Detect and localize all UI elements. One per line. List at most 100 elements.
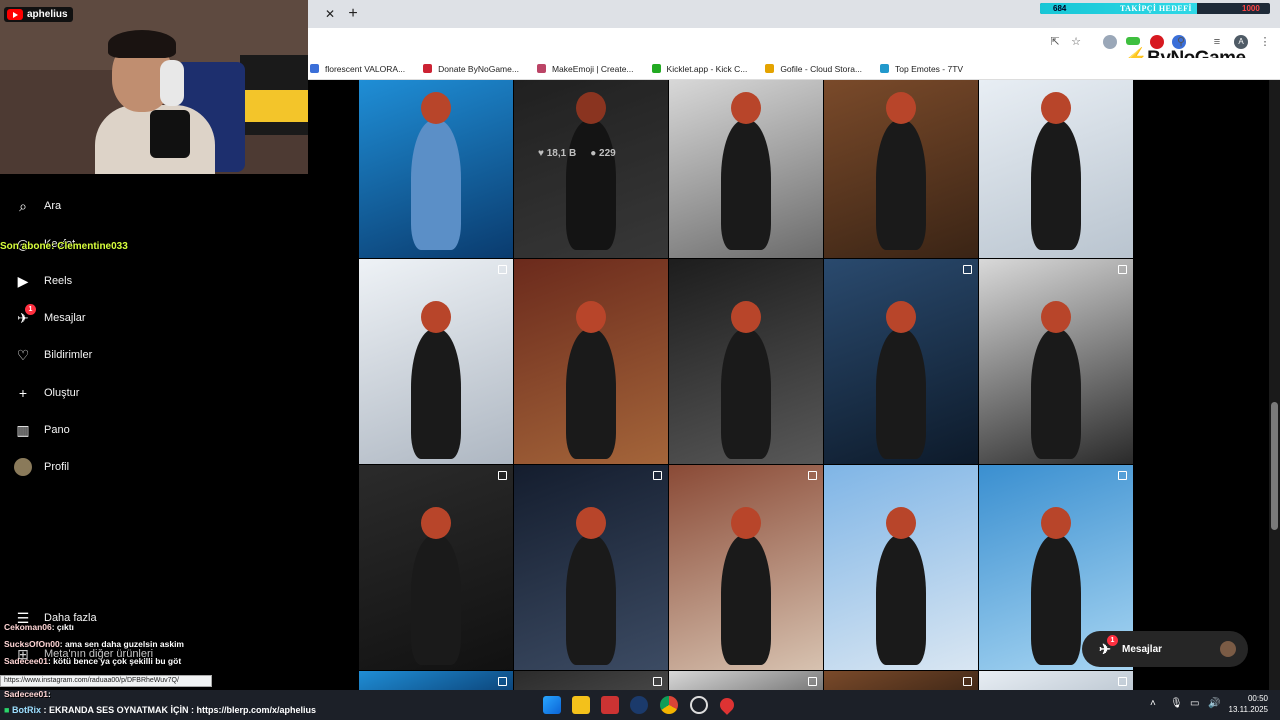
chrome-icon[interactable] bbox=[660, 696, 678, 714]
obs-icon[interactable] bbox=[690, 696, 708, 714]
grid-post[interactable] bbox=[979, 80, 1133, 258]
grid-post[interactable] bbox=[669, 259, 823, 464]
messages-floating-button[interactable]: ✈ 1 Mesajlar bbox=[1082, 631, 1248, 667]
nav-label: Oluştur bbox=[44, 387, 80, 399]
nav-item-0[interactable]: ⌕ Ara bbox=[14, 197, 61, 215]
botrix-text: : EKRANDA SES OYNATMAK İÇİN : https://bl… bbox=[43, 705, 316, 715]
bookmark-item[interactable]: Donate ByNoGame... bbox=[423, 64, 519, 74]
grid-post[interactable]: ♥ 18,1 B ● 229 bbox=[514, 80, 668, 258]
link-status-bar: https://www.instagram.com/raduaa00/p/DFB… bbox=[0, 675, 212, 687]
grid-post[interactable] bbox=[359, 671, 513, 690]
extension-battery-icon[interactable] bbox=[1126, 37, 1140, 45]
extension-shield-icon[interactable] bbox=[1103, 35, 1117, 49]
steam-icon[interactable] bbox=[630, 696, 648, 714]
avatar bbox=[1220, 641, 1236, 657]
tab-close-icon[interactable]: ✕ bbox=[322, 6, 338, 22]
grid-post[interactable] bbox=[359, 80, 513, 258]
bookmark-item[interactable]: florescent VALORA... bbox=[310, 64, 405, 74]
page-scrollbar[interactable] bbox=[1269, 80, 1280, 690]
grid-post[interactable] bbox=[669, 671, 823, 690]
windows-start-icon[interactable] bbox=[543, 696, 561, 714]
post-figure bbox=[721, 120, 771, 250]
post-figure-head bbox=[886, 92, 916, 124]
file-explorer-icon[interactable] bbox=[572, 696, 590, 714]
network-icon[interactable]: ▭ bbox=[1190, 698, 1199, 709]
grid-post[interactable] bbox=[514, 465, 668, 670]
grid-post[interactable] bbox=[979, 259, 1133, 464]
clock-time[interactable]: 00:50 bbox=[1240, 694, 1268, 703]
bookmark-item[interactable]: Top Emotes - 7TV bbox=[880, 64, 963, 74]
post-figure-head bbox=[576, 507, 606, 539]
bookmark-label: Kicklet.app - Kick C... bbox=[666, 63, 748, 74]
bookmark-item[interactable]: Gofile - Cloud Stora... bbox=[765, 64, 862, 74]
media-app-icon[interactable] bbox=[601, 696, 619, 714]
grid-post[interactable] bbox=[824, 259, 978, 464]
post-figure bbox=[411, 329, 461, 459]
comment-count: ● 229 bbox=[590, 148, 616, 159]
grid-post[interactable] bbox=[514, 671, 668, 690]
bookmark-item[interactable]: MakeEmoji | Create... bbox=[536, 63, 634, 74]
search-icon: ⌕ bbox=[19, 197, 27, 214]
nav-item-2[interactable]: ▶ Reels bbox=[14, 272, 73, 290]
nav-label: Ara bbox=[44, 200, 62, 212]
post-figure bbox=[566, 329, 616, 459]
microphone-icon[interactable]: 🎙 bbox=[1170, 698, 1183, 709]
install-icon[interactable]: ⇱ bbox=[1048, 35, 1062, 49]
bookmark-favicon-icon bbox=[765, 64, 775, 73]
chat-user: SucksOfOn00 bbox=[4, 639, 60, 649]
grid-post[interactable] bbox=[824, 80, 978, 258]
post-figure-head bbox=[1041, 301, 1071, 333]
nav-item-6[interactable]: ▥ Pano bbox=[14, 421, 69, 439]
post-figure bbox=[721, 535, 771, 665]
nav-item-3[interactable]: ✈ 1 Mesajlar bbox=[14, 304, 86, 327]
heart-icon: ♥ bbox=[538, 148, 544, 159]
grid-post[interactable] bbox=[359, 465, 513, 670]
post-figure bbox=[721, 329, 771, 459]
carousel-icon bbox=[653, 471, 662, 480]
tray-chevron-icon[interactable]: ˄ bbox=[1150, 698, 1156, 709]
bookmark-star-icon[interactable]: ☆ bbox=[1069, 35, 1083, 49]
grid-post[interactable] bbox=[979, 671, 1133, 690]
chat-user: Sadecee01 bbox=[4, 689, 48, 699]
post-figure bbox=[876, 329, 926, 459]
chat-text: : kötü bence ya çok şekilli bu göt bbox=[47, 656, 182, 666]
nav-item-7[interactable]: Profil bbox=[14, 458, 69, 476]
bookmark-label: Gofile - Cloud Stora... bbox=[780, 63, 863, 74]
bookmark-item[interactable]: Kicklet.app - Kick C... bbox=[651, 63, 748, 74]
speaker-icon[interactable]: 🔊 bbox=[1208, 698, 1220, 709]
post-figure-head bbox=[731, 301, 761, 333]
chat-text: : çıktı bbox=[51, 622, 74, 632]
nav-label: Bildirimler bbox=[44, 349, 93, 361]
chat-user: Cekoman06 bbox=[4, 622, 52, 632]
grid-post[interactable] bbox=[669, 465, 823, 670]
like-count: ♥ 18,1 B bbox=[538, 148, 577, 159]
menu-kebab-icon[interactable]: ⋮ bbox=[1258, 35, 1272, 49]
grid-post[interactable] bbox=[514, 259, 668, 464]
messenger-icon: ✈ 1 bbox=[14, 304, 36, 327]
messenger-icon: ✈ 1 bbox=[1096, 635, 1118, 658]
grid-post[interactable] bbox=[359, 259, 513, 464]
bookmark-favicon-icon bbox=[423, 64, 433, 73]
bookmark-label: MakeEmoji | Create... bbox=[551, 63, 634, 74]
post-figure-head bbox=[421, 92, 451, 124]
chat-message: Sadecee01: bbox=[4, 689, 51, 699]
bookmark-label: florescent VALORA... bbox=[325, 63, 406, 74]
carousel-icon bbox=[1118, 471, 1127, 480]
grid-post[interactable] bbox=[669, 80, 823, 258]
reels-icon: ▶ bbox=[17, 272, 29, 289]
grid-post[interactable] bbox=[824, 465, 978, 670]
post-figure bbox=[876, 120, 926, 250]
new-tab-button[interactable]: + bbox=[345, 5, 361, 23]
bookmark-label: Top Emotes - 7TV bbox=[895, 63, 964, 74]
scrollbar-thumb[interactable] bbox=[1271, 402, 1278, 530]
bookmarks-bar: florescent VALORA... Donate ByNoGame... Ma… bbox=[308, 58, 1280, 80]
grid-post[interactable] bbox=[824, 671, 978, 690]
nav-item-4[interactable]: ♡ Bildirimler bbox=[14, 346, 93, 364]
nav-item-5[interactable]: + Oluştur bbox=[14, 384, 80, 402]
clock-date[interactable]: 13.11.2025 bbox=[1226, 705, 1268, 714]
post-hover-stats: ♥ 18,1 B ● 229 bbox=[538, 148, 616, 159]
post-figure-head bbox=[576, 92, 606, 124]
nav-badge: 1 bbox=[25, 304, 36, 315]
comment-icon: ● bbox=[590, 148, 597, 159]
chat-message: SucksOfOn00: ama sen daha guzelsin askim bbox=[4, 639, 184, 649]
